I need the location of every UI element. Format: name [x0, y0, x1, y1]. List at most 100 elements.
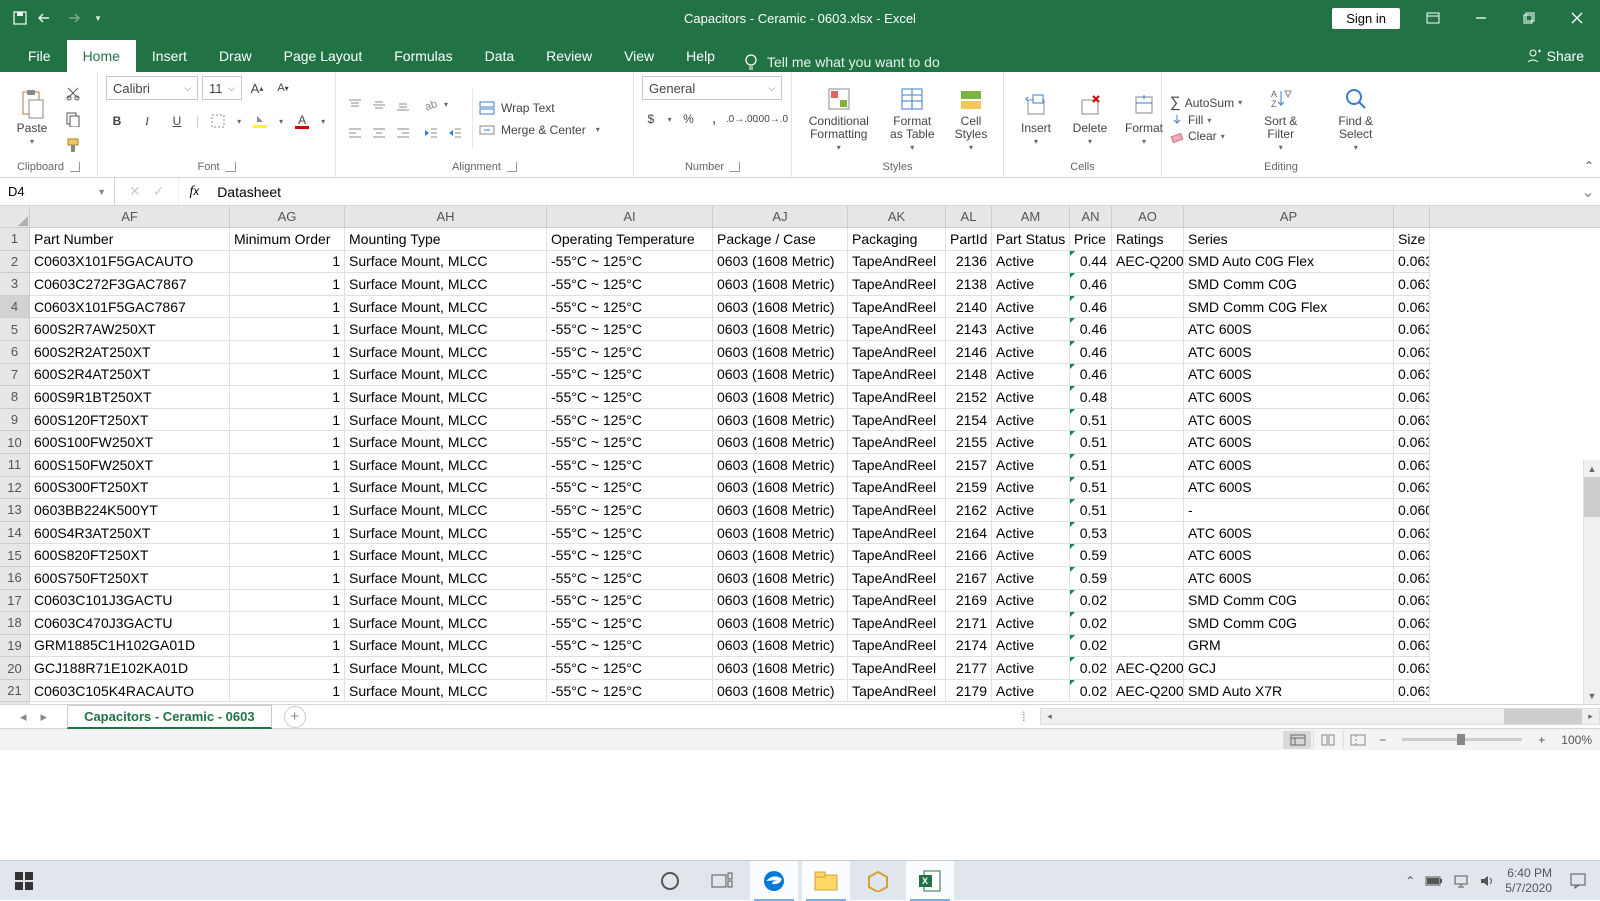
col-header-AJ[interactable]: AJ [713, 206, 848, 227]
cell[interactable]: 0.51 [1070, 477, 1112, 500]
tab-file[interactable]: File [12, 40, 67, 72]
sort-filter-button[interactable]: AZSort & Filter▾ [1248, 83, 1313, 154]
cell[interactable]: 2136 [946, 251, 992, 274]
name-box[interactable]: D4▼ [0, 178, 115, 205]
row-header-11[interactable]: 11 [0, 454, 30, 477]
row-header-6[interactable]: 6 [0, 341, 30, 364]
italic-button[interactable]: I [136, 110, 158, 132]
tab-insert[interactable]: Insert [136, 40, 203, 72]
cell[interactable]: ATC 600S [1184, 567, 1394, 590]
cell[interactable]: -55°C ~ 125°C [547, 431, 713, 454]
cell[interactable]: TapeAndReel [848, 251, 946, 274]
cell[interactable]: C0603C105K4RACAUTO [30, 680, 230, 703]
excel-taskbar-icon[interactable]: X [906, 861, 954, 901]
taskbar-clock[interactable]: 6:40 PM5/7/2020 [1505, 866, 1552, 895]
cell[interactable]: TapeAndReel [848, 386, 946, 409]
cell[interactable]: -55°C ~ 125°C [547, 680, 713, 703]
cell[interactable]: 2167 [946, 567, 992, 590]
cell[interactable]: 0.063 [1394, 544, 1430, 567]
cell[interactable]: 0603 (1608 Metric) [713, 409, 848, 432]
cell[interactable]: TapeAndReel [848, 657, 946, 680]
alignment-dialog-launcher[interactable] [507, 162, 517, 172]
cell[interactable]: -55°C ~ 125°C [547, 612, 713, 635]
cell[interactable]: 2166 [946, 544, 992, 567]
cell[interactable]: C0603C272F3GAC7867 [30, 273, 230, 296]
cell[interactable]: 1 [230, 635, 345, 658]
cell[interactable]: 0603 (1608 Metric) [713, 477, 848, 500]
spreadsheet-grid[interactable]: AFAGAHAIAJAKALAMANAOAP 12345678910111213… [0, 206, 1600, 704]
clipboard-dialog-launcher[interactable] [70, 162, 80, 172]
cell[interactable]: 2152 [946, 386, 992, 409]
cell[interactable]: ATC 600S [1184, 431, 1394, 454]
horizontal-scrollbar[interactable]: ◂ ▸ [1040, 708, 1600, 725]
header-cell[interactable]: Part Status [992, 228, 1070, 251]
align-center-icon[interactable] [368, 122, 390, 144]
cell[interactable]: 1 [230, 544, 345, 567]
zoom-out-button[interactable]: − [1379, 733, 1386, 747]
cell[interactable]: 1 [230, 499, 345, 522]
ribbon-display-icon[interactable] [1410, 0, 1456, 36]
cell[interactable] [1112, 590, 1184, 613]
save-icon[interactable] [12, 10, 28, 26]
cell[interactable]: 0.59 [1070, 544, 1112, 567]
cell[interactable]: 600S120FT250XT [30, 409, 230, 432]
header-cell[interactable]: Size [1394, 228, 1430, 251]
cell[interactable] [1112, 341, 1184, 364]
cell[interactable]: -55°C ~ 125°C [547, 296, 713, 319]
accounting-format-icon[interactable]: $ [642, 108, 660, 130]
cell[interactable]: 1 [230, 273, 345, 296]
cell[interactable] [1112, 431, 1184, 454]
cell[interactable]: 0.46 [1070, 273, 1112, 296]
cell[interactable]: Active [992, 341, 1070, 364]
cell[interactable]: Active [992, 296, 1070, 319]
cell[interactable]: Surface Mount, MLCC [345, 657, 547, 680]
cell[interactable]: -55°C ~ 125°C [547, 567, 713, 590]
cell[interactable]: Active [992, 477, 1070, 500]
cell[interactable]: 0.063 [1394, 635, 1430, 658]
cell[interactable]: 0603 (1608 Metric) [713, 296, 848, 319]
header-cell[interactable]: Minimum Order [230, 228, 345, 251]
normal-view-icon[interactable] [1283, 731, 1311, 749]
cell[interactable]: 600S2R7AW250XT [30, 318, 230, 341]
cell[interactable]: 0603 (1608 Metric) [713, 386, 848, 409]
cell[interactable]: SMD Comm C0G Flex [1184, 296, 1394, 319]
cell[interactable]: 2162 [946, 499, 992, 522]
align-middle-icon[interactable] [368, 94, 390, 116]
cell[interactable] [1112, 635, 1184, 658]
col-header-AO[interactable]: AO [1112, 206, 1184, 227]
cell[interactable]: Active [992, 251, 1070, 274]
cell[interactable]: 0.063 [1394, 318, 1430, 341]
cell[interactable]: Surface Mount, MLCC [345, 431, 547, 454]
tab-page-layout[interactable]: Page Layout [268, 40, 379, 72]
cell[interactable]: Active [992, 364, 1070, 387]
cell[interactable]: SMD Auto C0G Flex [1184, 251, 1394, 274]
col-header-AM[interactable]: AM [992, 206, 1070, 227]
format-cells-button[interactable]: Format▾ [1120, 89, 1168, 148]
row-header-19[interactable]: 19 [0, 635, 30, 658]
row-header-1[interactable]: 1 [0, 228, 30, 251]
cell[interactable]: Active [992, 590, 1070, 613]
cell[interactable]: 1 [230, 386, 345, 409]
tab-formulas[interactable]: Formulas [378, 40, 468, 72]
file-explorer-icon[interactable] [802, 861, 850, 901]
battery-icon[interactable] [1425, 875, 1443, 887]
font-size-dropdown[interactable]: 11⌵ [202, 76, 242, 100]
start-button[interactable] [0, 861, 48, 901]
cell[interactable]: SMD Comm C0G [1184, 612, 1394, 635]
cell[interactable] [1112, 318, 1184, 341]
autosum-button[interactable]: ∑AutoSum▾ [1170, 94, 1242, 111]
cell[interactable]: TapeAndReel [848, 522, 946, 545]
wrap-text-button[interactable]: Wrap Text [479, 101, 600, 115]
number-dialog-launcher[interactable] [730, 162, 740, 172]
row-header-5[interactable]: 5 [0, 318, 30, 341]
cell[interactable]: 0.063 [1394, 364, 1430, 387]
tray-expand-icon[interactable]: ⌃ [1405, 874, 1415, 888]
cell[interactable]: 0.02 [1070, 612, 1112, 635]
cell[interactable]: Active [992, 567, 1070, 590]
col-header-AI[interactable]: AI [547, 206, 713, 227]
cell[interactable]: -55°C ~ 125°C [547, 590, 713, 613]
cell[interactable]: 0603 (1608 Metric) [713, 273, 848, 296]
cell[interactable] [1112, 522, 1184, 545]
enter-formula-icon[interactable]: ✓ [153, 183, 165, 200]
cell[interactable]: -55°C ~ 125°C [547, 386, 713, 409]
